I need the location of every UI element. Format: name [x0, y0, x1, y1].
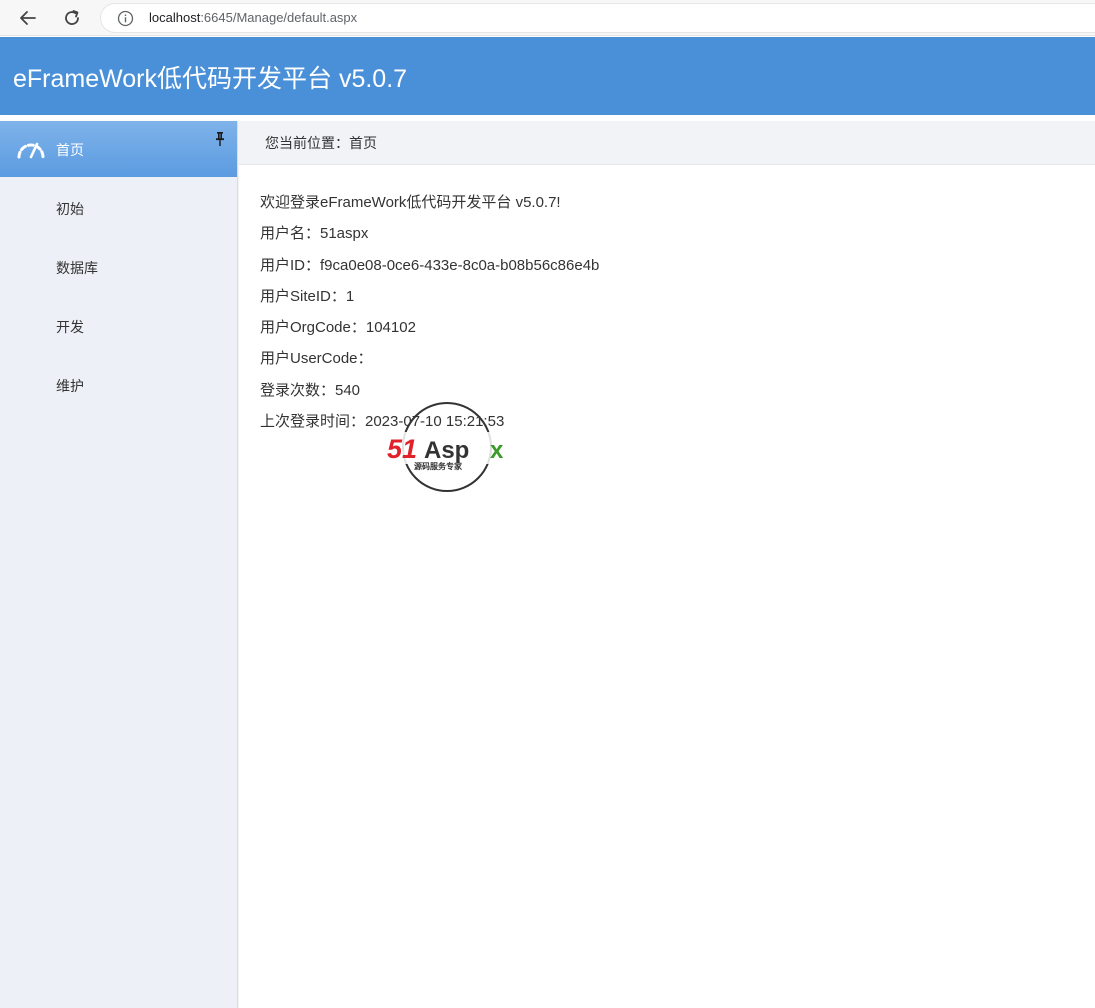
user-info-list: 欢迎登录eFrameWork低代码开发平台 v5.0.7! 用户名：51aspx…: [239, 165, 1095, 443]
reload-button[interactable]: [58, 4, 86, 32]
sidebar-item-maintenance[interactable]: 维护: [0, 356, 237, 415]
welcome-text: 欢迎登录eFrameWork低代码开发平台 v5.0.7!: [260, 194, 561, 211]
address-bar[interactable]: localhost:6645/Manage/default.aspx: [100, 3, 1095, 33]
sidebar-item-label: 首页: [56, 143, 84, 159]
sidebar: 首页 初始 数据库 开发 维护: [0, 121, 238, 1008]
username-line: 用户名：51aspx: [260, 225, 369, 243]
info-icon[interactable]: [117, 10, 134, 27]
main-content: 您当前位置：首页 欢迎登录eFrameWork低代码开发平台 v5.0.7! 用…: [239, 121, 1095, 1008]
sidebar-item-label: 维护: [56, 379, 84, 395]
sidebar-item-label: 数据库: [56, 261, 98, 277]
org-code-line: 用户OrgCode：104102: [260, 319, 416, 337]
51aspx-logo: 51 Asp x 源码服务专家: [386, 402, 512, 492]
user-code-line: 用户UserCode：: [260, 350, 373, 368]
url-path: :6645/Manage/default.aspx: [200, 10, 358, 25]
sidebar-item-home[interactable]: 首页: [0, 121, 237, 177]
url-host: localhost: [149, 10, 201, 25]
url-text: localhost:6645/Manage/default.aspx: [149, 10, 357, 25]
app-title: eFrameWork低代码开发平台 v5.0.7: [13, 65, 408, 93]
arrow-left-icon: [20, 11, 36, 25]
sidebar-item-init[interactable]: 初始: [0, 179, 237, 238]
svg-text:51: 51: [387, 434, 417, 464]
logo-tagline: 源码服务专家: [414, 461, 463, 471]
sidebar-item-database[interactable]: 数据库: [0, 238, 237, 297]
dashboard-icon: [17, 142, 45, 159]
site-id-line: 用户SiteID：1: [260, 287, 355, 305]
breadcrumb: 您当前位置：首页: [239, 121, 1095, 165]
reload-icon: [65, 10, 79, 25]
pin-icon[interactable]: [215, 132, 225, 146]
sidebar-item-develop[interactable]: 开发: [0, 297, 237, 356]
sidebar-item-label: 初始: [56, 202, 84, 218]
svg-text:Asp: Asp: [424, 437, 469, 464]
user-id-line: 用户ID：f9ca0e08-0ce6-433e-8c0a-b08b56c86e4…: [260, 256, 600, 274]
svg-text:x: x: [490, 437, 504, 464]
app-header: eFrameWork低代码开发平台 v5.0.7: [0, 37, 1095, 115]
sidebar-item-label: 开发: [56, 320, 84, 336]
back-button[interactable]: [14, 4, 42, 32]
browser-toolbar: localhost:6645/Manage/default.aspx: [0, 0, 1095, 36]
